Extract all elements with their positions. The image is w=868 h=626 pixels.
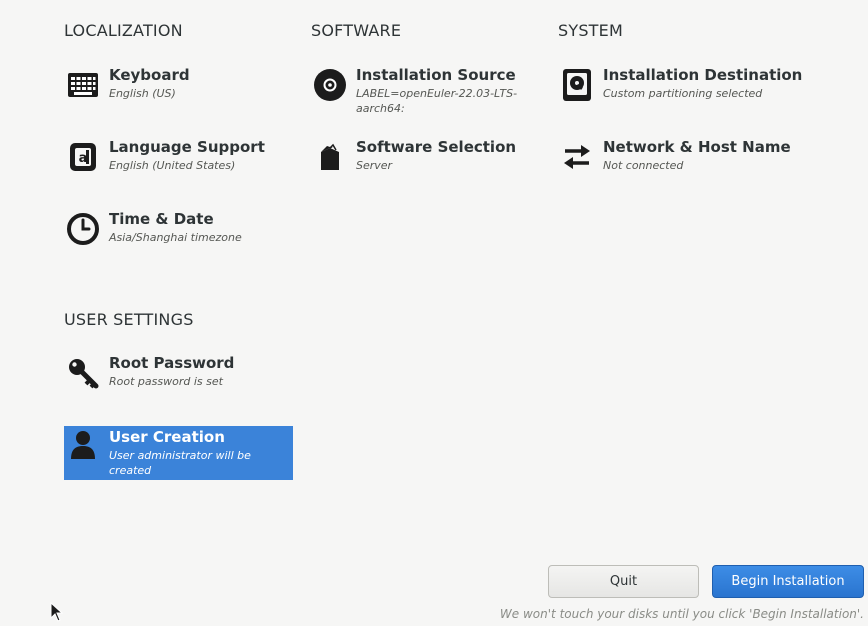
spoke-title: User Creation — [109, 428, 225, 446]
spoke-status: Server — [356, 159, 393, 172]
spoke-status: Not connected — [603, 159, 684, 172]
spoke-status: User administrator will be created — [109, 449, 251, 477]
spoke-user-creation[interactable]: User Creation User administrator will be… — [64, 426, 293, 480]
spoke-time-date[interactable]: Time & Date Asia/Shanghai timezone — [64, 210, 294, 264]
disk-icon — [560, 68, 594, 102]
spoke-status: English (United States) — [109, 159, 236, 172]
spoke-installation-destination[interactable]: Installation Destination Custom partitio… — [558, 66, 802, 120]
spoke-title: Keyboard — [109, 66, 190, 84]
package-icon — [313, 140, 347, 174]
spoke-installation-source[interactable]: Installation Source LABEL=openEuler-22.0… — [311, 66, 541, 120]
spoke-title: Installation Destination — [603, 66, 803, 84]
disc-icon — [313, 68, 347, 102]
spoke-root-password[interactable]: Root Password Root password is set — [64, 354, 294, 408]
key-icon — [66, 356, 100, 390]
spoke-title: Installation Source — [356, 66, 516, 84]
footer-note: We won't touch your disks until you clic… — [499, 607, 864, 621]
section-title-localization: LOCALIZATION — [64, 21, 183, 40]
begin-installation-button[interactable]: Begin Installation — [712, 565, 864, 598]
spoke-title: Root Password — [109, 354, 235, 372]
spoke-status: Asia/Shanghai timezone — [109, 231, 242, 244]
spoke-status: Root password is set — [109, 375, 223, 388]
spoke-status: LABEL=openEuler-22.03-LTS-aarch64: — [356, 87, 518, 115]
installation-summary: LOCALIZATION SOFTWARE SYSTEM USER SETTIN… — [0, 0, 868, 626]
user-icon — [66, 428, 100, 462]
spoke-keyboard[interactable]: Keyboard English (US) — [64, 66, 294, 120]
spoke-network-host-name[interactable]: Network & Host Name Not connected — [558, 138, 798, 192]
spoke-software-selection[interactable]: Software Selection Server — [311, 138, 541, 192]
spoke-language-support[interactable]: a Language Support English (United State… — [64, 138, 294, 192]
spoke-status: English (US) — [109, 87, 176, 100]
mouse-pointer-icon — [50, 601, 64, 626]
clock-icon — [66, 212, 100, 246]
spoke-title: Time & Date — [109, 210, 214, 228]
spoke-title: Software Selection — [356, 138, 517, 156]
keyboard-icon — [66, 68, 100, 102]
section-title-software: SOFTWARE — [311, 21, 402, 40]
spoke-title: Language Support — [109, 138, 265, 156]
section-title-system: SYSTEM — [558, 21, 623, 40]
spoke-status: Custom partitioning selected — [603, 87, 763, 100]
network-arrows-icon — [560, 140, 594, 174]
spoke-title: Network & Host Name — [603, 138, 791, 156]
quit-button[interactable]: Quit — [548, 565, 699, 598]
section-title-user-settings: USER SETTINGS — [64, 310, 194, 329]
language-icon: a — [66, 140, 100, 174]
